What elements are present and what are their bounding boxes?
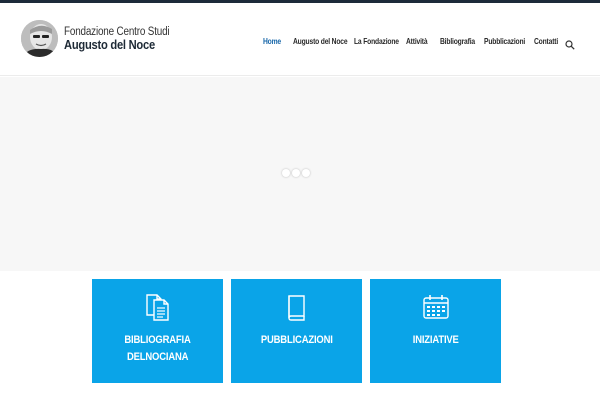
nav-item-home[interactable]: Home — [263, 37, 281, 46]
tile-pubblicazioni[interactable]: PUBBLICAZIONI — [231, 279, 362, 383]
loading-dots-icon — [282, 168, 310, 178]
calendar-icon — [423, 295, 449, 319]
nav-item-bibliografia[interactable]: Bibliografia — [440, 37, 475, 46]
tile-bibliografia-delnociana[interactable]: BIBLIOGRAFIA DELNOCIANA — [92, 279, 223, 383]
tile-label-line1: BIBLIOGRAFIA — [124, 334, 191, 346]
documents-icon — [146, 294, 169, 321]
nav-item-augusto-del-noce[interactable]: Augusto del Noce — [293, 37, 348, 46]
nav-item-attivita[interactable]: Attività — [406, 37, 428, 46]
tile-label-line2: DELNOCIANA — [126, 351, 189, 363]
book-icon — [288, 295, 305, 321]
search-icon — [565, 40, 575, 50]
site-header: Fondazione Centro Studi Augusto del Noce… — [0, 3, 600, 76]
nav-item-la-fondazione[interactable]: La Fondazione — [354, 37, 399, 46]
tile-label-line1: PUBBLICAZIONI — [260, 334, 333, 346]
search-button[interactable] — [565, 37, 575, 50]
nav-item-pubblicazioni[interactable]: Pubblicazioni — [484, 37, 525, 46]
main-nav: Home Augusto del Noce La Fondazione Atti… — [0, 37, 600, 51]
nav-item-contatti[interactable]: Contatti — [534, 37, 558, 46]
tile-iniziative[interactable]: INIZIATIVE — [370, 279, 501, 383]
tile-label-line1: INIZIATIVE — [412, 334, 459, 346]
